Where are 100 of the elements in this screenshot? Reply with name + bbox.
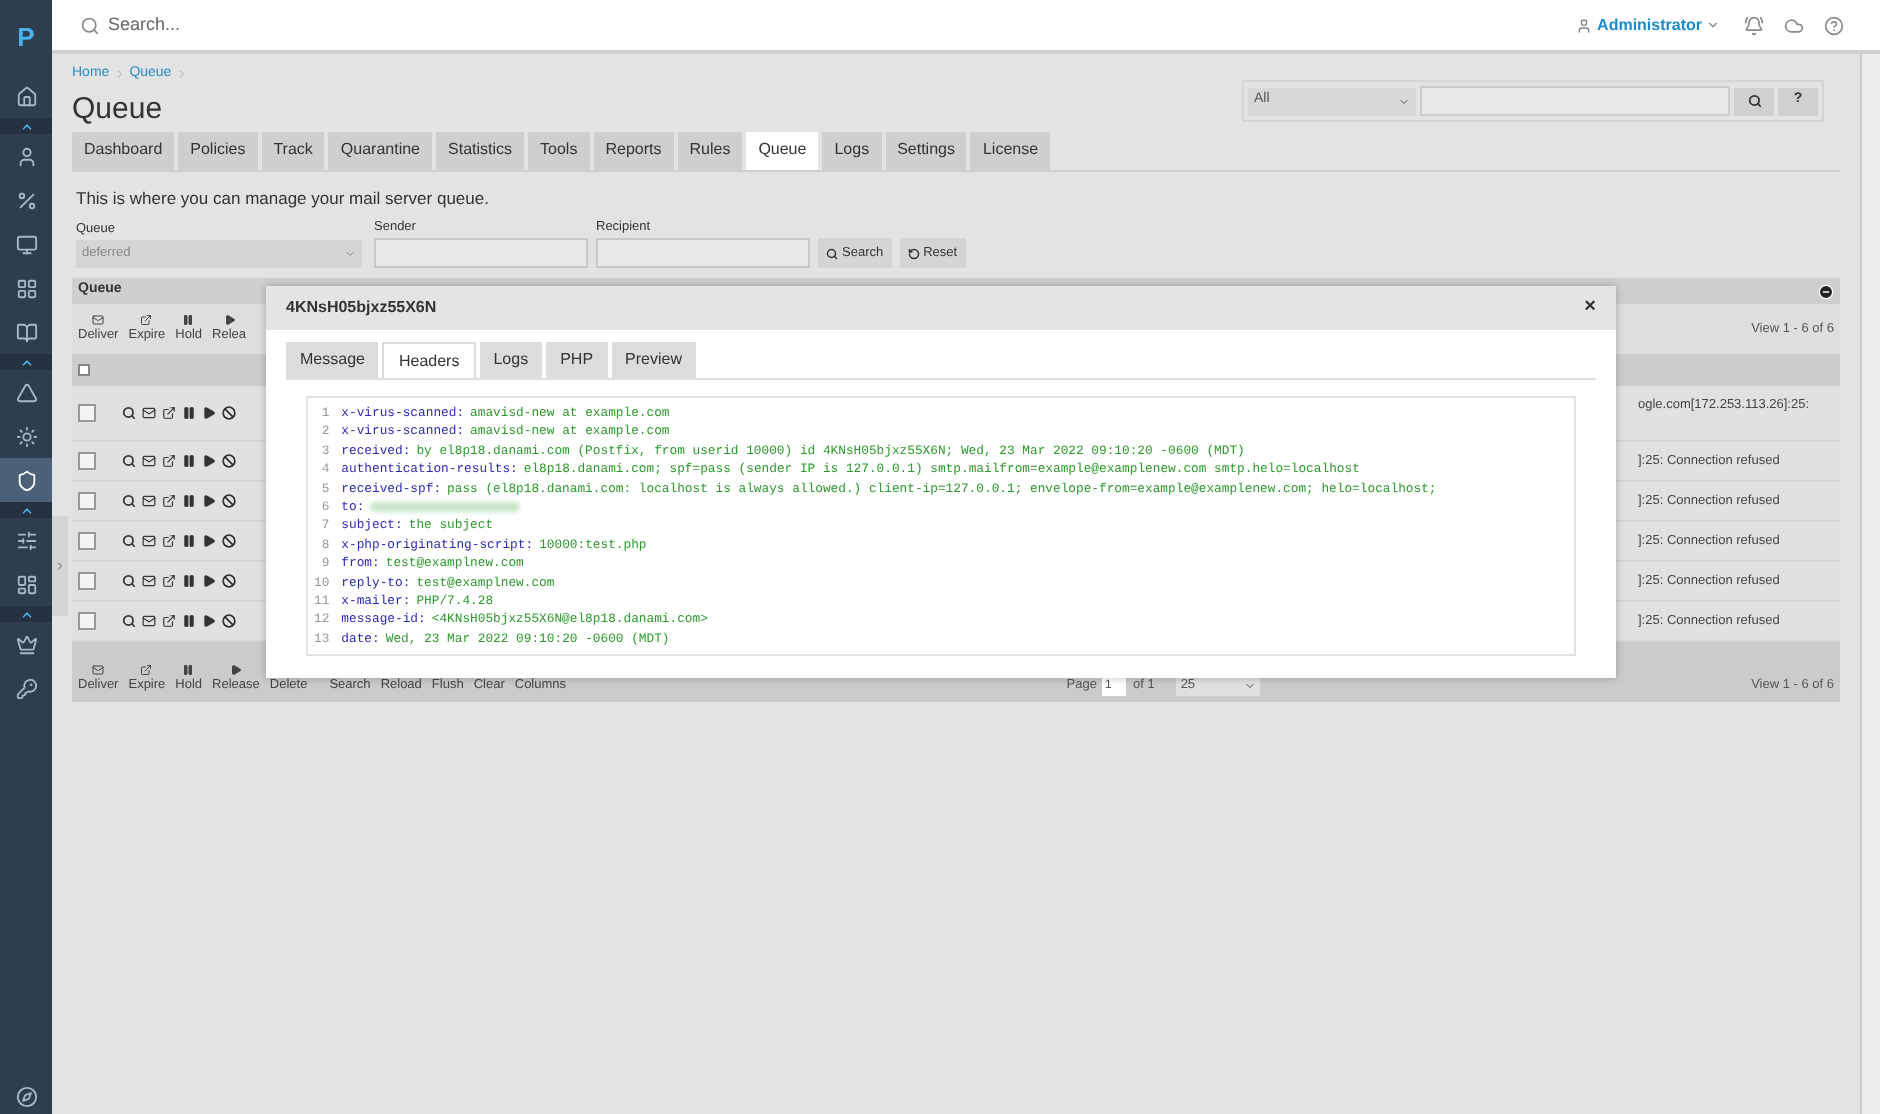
- section-toggle[interactable]: [0, 354, 52, 370]
- ban-icon[interactable]: [222, 534, 236, 548]
- tab[interactable]: Quarantine: [328, 131, 433, 169]
- sidebar-toggle[interactable]: [52, 516, 68, 616]
- caret-icon[interactable]: [1706, 18, 1720, 32]
- row-checkbox[interactable]: [78, 612, 96, 630]
- tab[interactable]: Preview: [611, 342, 696, 378]
- external-link-icon[interactable]: [162, 454, 176, 468]
- row-checkbox[interactable]: [78, 404, 96, 422]
- tab[interactable]: Queue: [746, 131, 819, 169]
- mail-icon: [92, 664, 105, 677]
- shield-icon: [15, 469, 37, 491]
- tab[interactable]: Statistics: [436, 131, 525, 169]
- grid-icon: [15, 277, 37, 299]
- select-all-checkbox[interactable]: [78, 364, 90, 376]
- external-link-icon[interactable]: [162, 614, 176, 628]
- caret-icon: [1244, 680, 1257, 693]
- play-icon[interactable]: [202, 406, 216, 420]
- external-link-icon[interactable]: [162, 574, 176, 588]
- tab[interactable]: Dashboard: [72, 131, 175, 169]
- play-icon[interactable]: [202, 574, 216, 588]
- dialog-title: 4KNsH05bjxz55X6N: [286, 296, 437, 320]
- tab[interactable]: Policies: [178, 131, 258, 169]
- play-icon[interactable]: [202, 454, 216, 468]
- ban-icon[interactable]: [222, 454, 236, 468]
- row-checkbox[interactable]: [78, 532, 96, 550]
- tab[interactable]: Headers: [382, 342, 476, 378]
- collapse-icon[interactable]: [1818, 283, 1834, 299]
- pause-icon: [182, 313, 195, 326]
- user-menu[interactable]: Administrator: [1597, 13, 1702, 37]
- pause-icon[interactable]: [182, 494, 196, 508]
- pause-icon[interactable]: [182, 614, 196, 628]
- quick-search-field[interactable]: [1420, 86, 1730, 116]
- recipient-field[interactable]: [596, 238, 810, 268]
- search-icon[interactable]: [122, 534, 136, 548]
- pause-icon[interactable]: [182, 534, 196, 548]
- search-icon[interactable]: [122, 494, 136, 508]
- crown-icon: [15, 633, 37, 655]
- tab[interactable]: Track: [261, 131, 325, 169]
- cloud-icon[interactable]: [1784, 15, 1804, 35]
- external-link-icon[interactable]: [162, 406, 176, 420]
- external-link-icon: [140, 313, 153, 326]
- pause-icon: [182, 664, 195, 677]
- pause-icon[interactable]: [182, 454, 196, 468]
- search-field[interactable]: Search...: [108, 11, 508, 39]
- tab[interactable]: Rules: [677, 131, 743, 169]
- mail-icon[interactable]: [142, 406, 156, 420]
- tab[interactable]: Reports: [593, 131, 674, 169]
- close-button[interactable]: ×: [1584, 298, 1596, 318]
- section-toggle[interactable]: [0, 118, 52, 134]
- external-link-icon[interactable]: [162, 494, 176, 508]
- search-icon[interactable]: [122, 574, 136, 588]
- tab[interactable]: Message: [286, 342, 379, 378]
- logo[interactable]: P: [17, 0, 35, 74]
- mail-icon: [92, 313, 105, 326]
- chevron-up-icon: [19, 355, 33, 369]
- row-checkbox[interactable]: [78, 572, 96, 590]
- bell-icon[interactable]: [1744, 15, 1764, 35]
- sender-field[interactable]: [374, 238, 588, 268]
- external-link-icon: [140, 664, 153, 677]
- search-icon[interactable]: [122, 454, 136, 468]
- caret-icon: [1398, 95, 1410, 107]
- ban-icon[interactable]: [222, 406, 236, 420]
- mail-icon[interactable]: [142, 534, 156, 548]
- search-button[interactable]: [1734, 87, 1774, 115]
- tab[interactable]: Tools: [528, 131, 590, 169]
- play-icon[interactable]: [202, 534, 216, 548]
- search-icon[interactable]: [122, 406, 136, 420]
- tab[interactable]: Logs: [822, 131, 882, 169]
- pause-icon[interactable]: [182, 406, 196, 420]
- ban-icon[interactable]: [222, 494, 236, 508]
- sidebar-item[interactable]: [0, 458, 52, 502]
- chevron-up-icon: [19, 607, 33, 621]
- tab[interactable]: License: [970, 131, 1051, 169]
- mail-icon[interactable]: [142, 454, 156, 468]
- row-checkbox[interactable]: [78, 492, 96, 510]
- undo-icon: [907, 247, 920, 259]
- tab[interactable]: Settings: [885, 131, 967, 169]
- tab[interactable]: Logs: [479, 342, 543, 378]
- monitor-icon: [15, 233, 37, 255]
- mail-icon[interactable]: [142, 614, 156, 628]
- tab[interactable]: PHP: [546, 342, 608, 378]
- ban-icon[interactable]: [222, 574, 236, 588]
- chevron-up-icon: [19, 503, 33, 517]
- play-icon[interactable]: [202, 494, 216, 508]
- sun-icon: [15, 425, 37, 447]
- compass-icon[interactable]: [15, 1086, 37, 1108]
- search-icon[interactable]: [122, 614, 136, 628]
- user-icon: [15, 145, 37, 167]
- ban-icon[interactable]: [222, 614, 236, 628]
- mail-icon[interactable]: [142, 574, 156, 588]
- help-icon[interactable]: [1824, 15, 1844, 35]
- external-link-icon[interactable]: [162, 534, 176, 548]
- mail-icon[interactable]: [142, 494, 156, 508]
- pause-icon[interactable]: [182, 574, 196, 588]
- section-toggle[interactable]: [0, 606, 52, 622]
- play-icon[interactable]: [202, 614, 216, 628]
- chevron-icon: [175, 68, 188, 81]
- row-checkbox[interactable]: [78, 452, 96, 470]
- section-toggle[interactable]: [0, 502, 52, 518]
